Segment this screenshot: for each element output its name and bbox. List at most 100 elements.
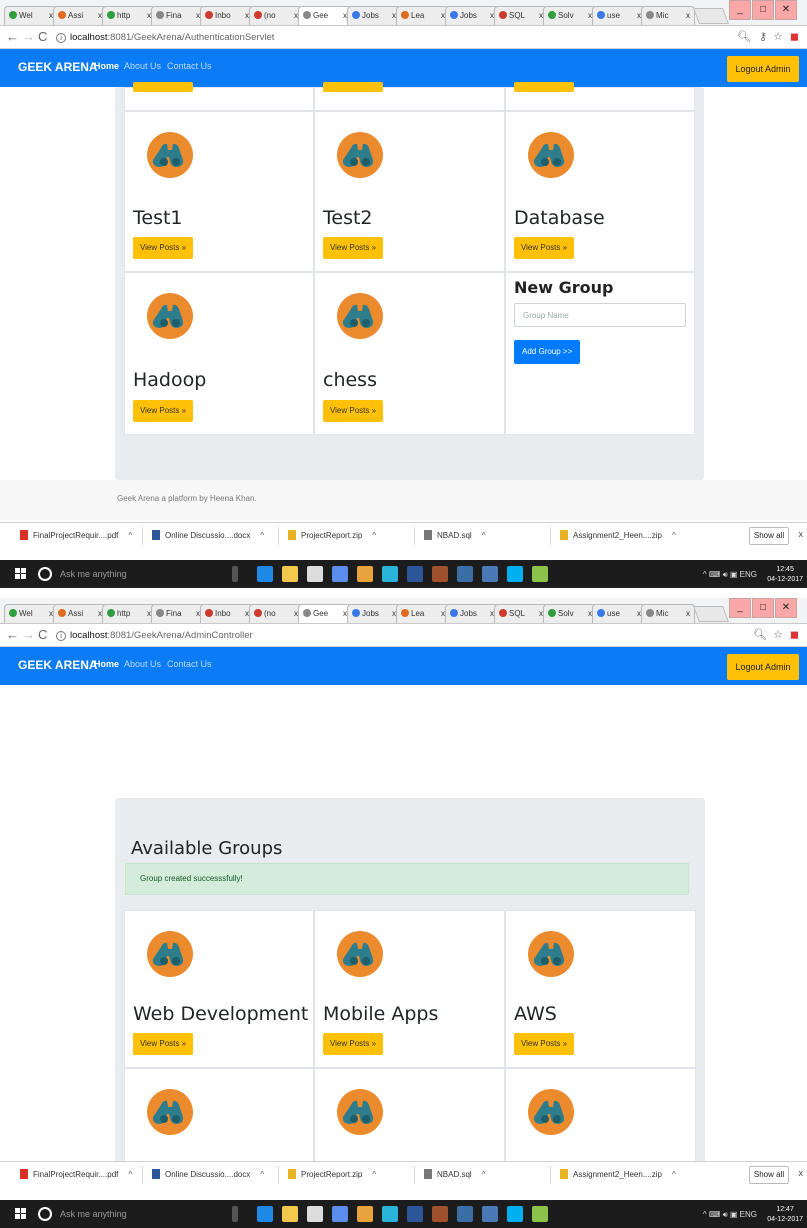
view-posts-button[interactable]: View Posts » [133,400,193,422]
file-explorer-icon[interactable] [282,1206,298,1222]
download-item[interactable]: NBAD.sql ^ [424,530,485,540]
download-item[interactable]: Online Discussio....docx ^ [152,530,264,540]
star-icon[interactable]: ☆ [773,30,783,44]
close-window-button[interactable]: ✕ [775,0,797,20]
cortana-icon[interactable] [38,1207,52,1221]
browser-tab[interactable]: (no x [249,604,303,623]
brand[interactable]: GEEK ARENA [18,658,98,672]
back-icon[interactable]: ← [6,30,19,44]
view-posts-button[interactable]: View Posts » [514,1033,574,1055]
browser-tab[interactable]: Mic x [641,604,695,623]
chevron-up-icon[interactable]: ^ [482,531,486,540]
new-tab-button[interactable] [693,606,729,622]
reload-icon[interactable]: C [38,30,47,44]
system-tray[interactable]: ^ ⌨ 🔊︎ ▣ ENG [703,1210,757,1220]
minimize-button[interactable]: _ [729,598,751,618]
view-posts-button[interactable]: View Posts » [323,237,383,259]
chevron-up-icon[interactable]: ^ [260,1170,264,1179]
info-icon[interactable]: i [56,631,66,641]
download-item[interactable]: ProjectReport.zip ^ [288,1169,376,1179]
browser-tab[interactable]: Jobs x [347,604,401,623]
word-icon[interactable] [407,1206,423,1222]
windows-start-icon[interactable] [15,1208,27,1220]
browser-tab[interactable]: Wel x [4,6,58,25]
browser-tab[interactable]: Solv x [543,604,597,623]
word-icon[interactable] [407,566,423,582]
view-posts-button-partial[interactable] [133,82,193,92]
app-icon[interactable] [332,566,348,582]
key-icon[interactable]: ⚷ [759,30,767,44]
download-item[interactable]: FinalProjectRequir....pdf ^ [20,530,132,540]
url-field[interactable]: i localhost:8081/GeekArena/Authentication… [56,29,274,46]
browser-tab[interactable]: Inbo x [200,6,254,25]
windows-start-icon[interactable] [15,568,27,580]
maximize-button[interactable]: □ [752,0,774,20]
browser-tab[interactable]: Assi x [53,6,107,25]
download-item[interactable]: ProjectReport.zip ^ [288,530,376,540]
view-posts-button[interactable]: View Posts » [514,237,574,259]
url-field[interactable]: i localhost:8081/GeekArena/AdminControlle… [56,627,253,644]
close-window-button[interactable]: ✕ [775,598,797,618]
browser-tab[interactable]: Inbo x [200,604,254,623]
browser-tab[interactable]: SQL x [494,6,548,25]
browser-tab[interactable]: use x [592,604,646,623]
system-tray[interactable]: ^ ⌨ 🔊︎ ▣ ENG [703,570,757,580]
download-item[interactable]: Online Discussio....docx ^ [152,1169,264,1179]
browser-tab[interactable]: Mic x [641,6,695,25]
browser-tab[interactable]: Jobs x [445,6,499,25]
file-explorer-icon[interactable] [282,566,298,582]
chevron-up-icon[interactable]: ^ [372,531,376,540]
microphone-icon[interactable] [232,566,238,582]
back-icon[interactable]: ← [6,628,19,642]
browser-tab[interactable]: Solv x [543,6,597,25]
chevron-up-icon[interactable]: ^ [672,1170,676,1179]
app-icon[interactable] [432,566,448,582]
chrome-icon[interactable] [357,1206,373,1222]
logout-button[interactable]: Logout Admin [727,654,799,680]
notepad-icon[interactable] [532,1206,548,1222]
skype-icon[interactable] [507,1206,523,1222]
zoom-icon[interactable]: 🔍︎ [737,30,751,44]
app-icon[interactable] [382,1206,398,1222]
chevron-up-icon[interactable]: ^ [672,531,676,540]
browser-tab[interactable]: http x [102,6,156,25]
reload-icon[interactable]: C [38,628,47,642]
browser-tab[interactable]: Lea x [396,6,450,25]
nav-about[interactable]: About Us [124,659,161,669]
download-item[interactable]: Assignment2_Heen....zip ^ [560,530,676,540]
store-icon[interactable] [307,1206,323,1222]
browser-tab[interactable]: Fina x [151,6,205,25]
nav-home[interactable]: Home [94,659,119,669]
app-icon[interactable] [457,566,473,582]
download-item[interactable]: FinalProjectRequir....pdf ^ [20,1169,132,1179]
extension-icon[interactable]: ◼ [790,628,799,642]
browser-tab[interactable]: use x [592,6,646,25]
nav-contact[interactable]: Contact Us [167,61,212,71]
close-icon[interactable]: x [799,1168,804,1178]
download-item[interactable]: NBAD.sql ^ [424,1169,485,1179]
browser-tab[interactable]: Assi x [53,604,107,623]
nav-home[interactable]: Home [94,61,119,71]
app-icon[interactable] [432,1206,448,1222]
chevron-up-icon[interactable]: ^ [260,531,264,540]
view-posts-button[interactable]: View Posts » [133,237,193,259]
store-icon[interactable] [307,566,323,582]
download-item[interactable]: Assignment2_Heen....zip ^ [560,1169,676,1179]
tab-close-icon[interactable]: x [686,7,690,25]
view-posts-button-partial[interactable] [514,82,574,92]
tab-close-icon[interactable]: x [686,605,690,623]
notepad-icon[interactable] [532,566,548,582]
group-name-input[interactable] [514,303,686,327]
skype-icon[interactable] [507,566,523,582]
nav-about[interactable]: About Us [124,61,161,71]
app-icon[interactable] [332,1206,348,1222]
browser-tab[interactable]: Gee x [298,604,352,623]
browser-tab[interactable]: (no x [249,6,303,25]
chevron-up-icon[interactable]: ^ [482,1170,486,1179]
microphone-icon[interactable] [232,1206,238,1222]
app-icon[interactable] [482,566,498,582]
language-indicator[interactable]: ENG [740,1210,757,1219]
browser-tab[interactable]: Fina x [151,604,205,623]
info-icon[interactable]: i [56,33,66,43]
close-icon[interactable]: x [799,529,804,539]
